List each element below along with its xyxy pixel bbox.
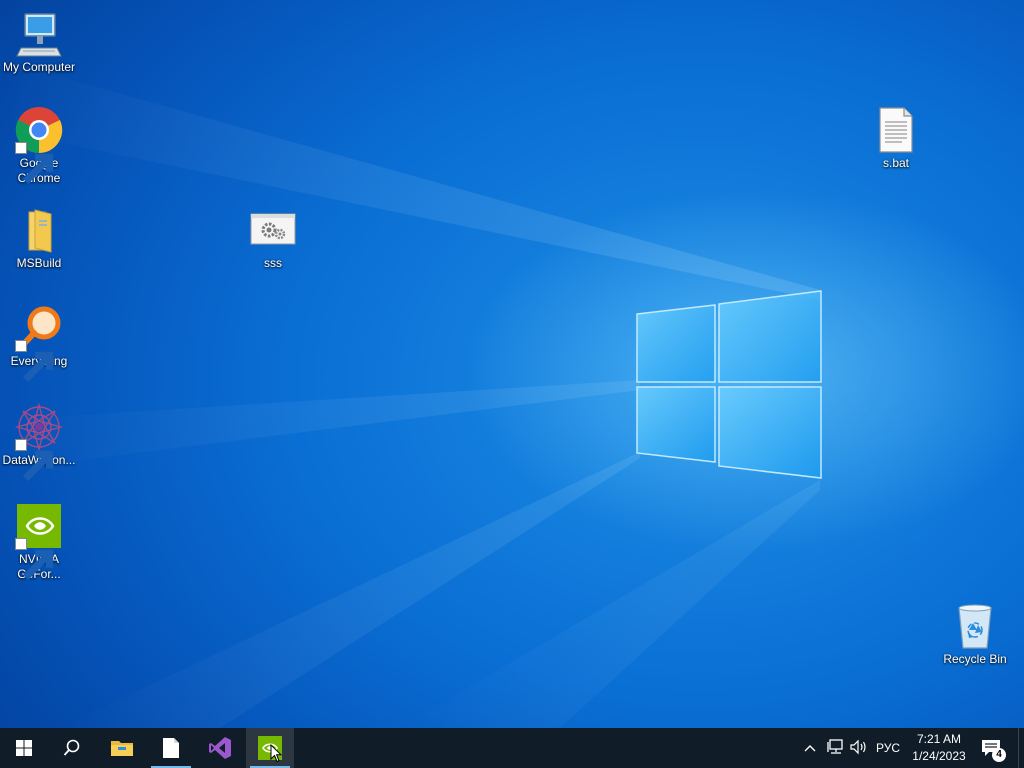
taskbar-file-explorer[interactable] <box>98 728 146 768</box>
recycle-bin-icon <box>951 602 999 650</box>
folder-icon <box>15 206 63 254</box>
shortcut-arrow-icon <box>15 340 54 382</box>
speaker-icon <box>850 739 868 758</box>
clock-button[interactable]: 7:21 AM 1/24/2023 <box>904 730 974 766</box>
clock-date: 1/24/2023 <box>912 749 966 763</box>
taskbar-visual-studio[interactable] <box>196 728 244 768</box>
computer-icon <box>15 10 63 58</box>
volume-button[interactable] <box>848 728 870 768</box>
taskbar-notepad[interactable] <box>147 728 195 768</box>
desktop-icon-label: s.bat <box>882 156 909 170</box>
shortcut-arrow-icon <box>15 538 54 580</box>
desktop-icon-my-computer[interactable]: My Computer <box>0 10 78 75</box>
notification-count-badge: 4 <box>992 748 1006 762</box>
show-hidden-icons-button[interactable] <box>800 728 820 768</box>
action-center-button[interactable]: 4 <box>976 728 1010 768</box>
show-desktop-button[interactable] <box>1018 728 1024 768</box>
datawagon-icon <box>15 403 63 481</box>
settings-window-icon <box>249 206 297 254</box>
input-language-button[interactable]: РУС <box>872 728 904 768</box>
desktop-icon-sss[interactable]: sss <box>234 206 312 271</box>
desktop-icon-label: My Computer <box>2 60 76 74</box>
desktop-icon-datawagon[interactable]: DataWagon... <box>0 403 78 481</box>
desktop-icon-s-bat[interactable]: s.bat <box>857 106 935 171</box>
desktop-icon-google-chrome[interactable]: Google Chrome <box>0 106 78 186</box>
folder-icon <box>110 738 134 758</box>
taskbar-nvidia-geforce[interactable] <box>246 728 294 768</box>
search-button[interactable] <box>48 728 96 768</box>
visual-studio-icon <box>208 736 232 760</box>
language-indicator: РУС <box>875 741 901 755</box>
network-button[interactable] <box>824 728 848 768</box>
start-button[interactable] <box>0 728 48 768</box>
desktop-icon-label: sss <box>264 256 282 270</box>
desktop-icon-everything[interactable]: Everything <box>0 304 78 382</box>
desktop-icon-nvidia-geforce[interactable]: NVIDIA GeFor... <box>0 502 78 582</box>
nvidia-icon <box>258 736 282 760</box>
taskbar: РУС 7:21 AM 1/24/2023 4 <box>0 728 1024 768</box>
desktop-icon-label: Recycle Bin <box>943 652 1007 666</box>
desktop[interactable]: My Computer Google Chrome MSBuild Everyt… <box>0 0 1024 728</box>
chevron-up-icon <box>804 741 816 755</box>
desktop-icon-msbuild[interactable]: MSBuild <box>0 206 78 271</box>
search-icon <box>63 739 81 757</box>
desktop-icon-label: MSBuild <box>16 256 62 270</box>
clock-time: 7:21 AM <box>916 732 962 746</box>
everything-search-icon <box>15 304 63 382</box>
shortcut-arrow-icon <box>15 439 54 481</box>
document-icon <box>162 737 180 759</box>
chrome-icon <box>15 106 63 184</box>
nvidia-icon <box>15 502 63 580</box>
network-icon <box>827 738 845 758</box>
text-file-icon <box>872 106 920 154</box>
shortcut-arrow-icon <box>15 142 54 184</box>
windows-logo-icon <box>16 740 32 756</box>
desktop-icon-recycle-bin[interactable]: Recycle Bin <box>936 602 1014 667</box>
